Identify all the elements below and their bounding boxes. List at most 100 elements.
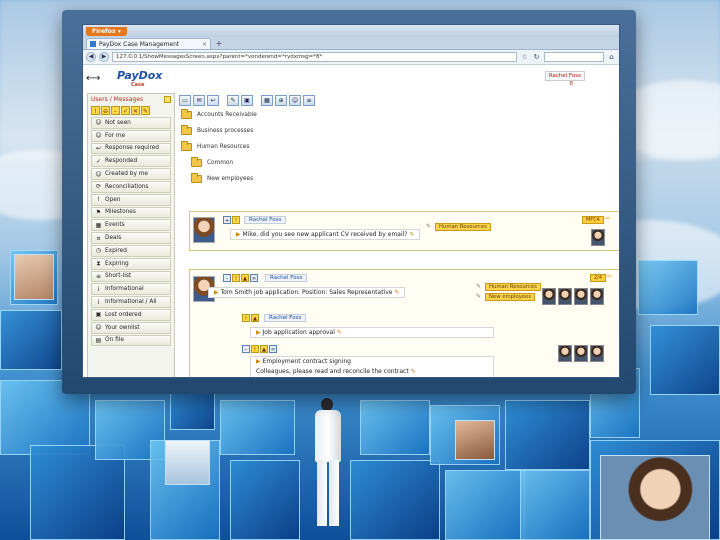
folder-tag[interactable]: Human Resources bbox=[435, 223, 491, 231]
info-icon: i bbox=[97, 285, 100, 293]
sidebar-item[interactable]: ⚑ Milestones bbox=[91, 206, 171, 219]
recipient-avatar[interactable] bbox=[591, 229, 605, 246]
expand-icon[interactable]: + bbox=[223, 216, 231, 224]
link-icon[interactable]: ∞ bbox=[250, 274, 258, 282]
alert-icon[interactable]: ! bbox=[232, 274, 240, 282]
sender-name[interactable]: Rachel Foss bbox=[264, 314, 307, 322]
collapse-icon[interactable]: – bbox=[242, 345, 250, 353]
recipient-avatar[interactable] bbox=[542, 288, 556, 305]
warning-icon[interactable]: ▲ bbox=[260, 345, 268, 353]
recipient-avatar[interactable] bbox=[590, 345, 604, 362]
warning-icon[interactable]: ▲ bbox=[251, 314, 259, 322]
sender-name[interactable]: Rachel Foss bbox=[265, 274, 308, 282]
pencil-icon[interactable]: ✎ bbox=[141, 106, 150, 115]
minus-icon[interactable]: – bbox=[111, 106, 120, 115]
message-text[interactable]: ▶ Job application approval ✎ bbox=[250, 327, 494, 338]
sidebar-item[interactable]: ⟳ Reconciliations bbox=[91, 180, 171, 193]
status-badge[interactable]: 2/4 bbox=[590, 274, 607, 282]
folder-label: Common bbox=[207, 160, 234, 166]
sidebar-item-label: Events bbox=[105, 222, 125, 229]
sidebar-item[interactable]: ✓ Responded bbox=[91, 155, 171, 168]
sidebar-item[interactable]: ☺ For me bbox=[91, 129, 171, 142]
sidebar-item[interactable]: ↩ Response required bbox=[91, 142, 171, 155]
folder-item[interactable]: Common bbox=[179, 155, 619, 171]
new-tab-button[interactable]: + bbox=[213, 39, 225, 49]
edit-icon[interactable]: ✎ bbox=[392, 289, 399, 296]
message-card[interactable]: + ! Rachel Foss ▶ Mike, did you see new … bbox=[189, 211, 619, 251]
add-icon[interactable]: ⊕ bbox=[275, 94, 287, 106]
collapse-icon[interactable]: – bbox=[223, 274, 231, 282]
edit-icon[interactable]: ✎ bbox=[227, 94, 239, 106]
briefcase-icon[interactable]: ▣ bbox=[241, 94, 253, 106]
recipient-avatar[interactable] bbox=[574, 345, 588, 362]
sidebar-item[interactable]: ◷ Expired bbox=[91, 244, 171, 257]
sidebar-item-label: Informational / All bbox=[105, 299, 157, 306]
recipient-avatar[interactable] bbox=[574, 288, 588, 305]
sidebar-item[interactable]: i Informational bbox=[91, 283, 171, 296]
address-bar[interactable]: 127.0.0.1/ShowMessagesScreen.aspx?parent… bbox=[112, 52, 517, 62]
user-icon[interactable]: ☺ bbox=[289, 94, 301, 106]
compose-icon[interactable]: ✉ bbox=[193, 94, 205, 106]
sidebar-item[interactable]: ⧗ Expiring bbox=[91, 257, 171, 270]
home-icon[interactable]: ⌂ bbox=[607, 53, 616, 62]
sidebar-list: ☺ Not seen ☺ For me ↩ Response required ✓ Respo… bbox=[88, 117, 174, 347]
sidebar-item[interactable]: ¤ Deals bbox=[91, 232, 171, 244]
status-badge[interactable]: MFC4 bbox=[582, 216, 604, 224]
sidebar-item[interactable]: ☺ Your ownlist bbox=[91, 321, 171, 334]
folder-item[interactable]: New employees bbox=[179, 171, 619, 187]
sender-name[interactable]: Rachel Foss bbox=[244, 216, 287, 224]
alert-icon[interactable]: ! bbox=[242, 314, 250, 322]
tab-close-icon[interactable]: × bbox=[202, 41, 207, 48]
warning-icon[interactable]: ▲ bbox=[241, 274, 249, 282]
recipient-avatar[interactable] bbox=[558, 345, 572, 362]
collapse-icon[interactable] bbox=[164, 96, 171, 103]
sidebar-item[interactable]: ☺ Created by me bbox=[91, 168, 171, 180]
folder-tag[interactable]: Human Resources bbox=[485, 283, 541, 291]
back-icon[interactable]: ◀ bbox=[86, 52, 96, 62]
expand-arrows-icon[interactable]: ⟷ bbox=[86, 73, 100, 84]
current-user[interactable]: Rachel Foss bbox=[544, 71, 585, 81]
edit-icon[interactable]: ✎ bbox=[409, 368, 416, 375]
alert-icon[interactable]: ! bbox=[251, 345, 259, 353]
cube bbox=[650, 325, 720, 395]
edit-icon[interactable]: ✎ bbox=[335, 329, 342, 336]
folder-item[interactable]: Accounts Receivable bbox=[179, 107, 619, 123]
reload-icon[interactable]: ↻ bbox=[532, 53, 541, 62]
recipient-avatar[interactable] bbox=[558, 288, 572, 305]
sidebar-item[interactable]: ☺ Not seen bbox=[91, 117, 171, 129]
firefox-menu-button[interactable]: Firefox ▾ bbox=[86, 26, 127, 36]
sidebar-item-label: Not seen bbox=[105, 119, 131, 126]
edit-icon[interactable]: ✎ bbox=[408, 231, 414, 238]
folder-tag[interactable]: New employees bbox=[485, 293, 536, 301]
minus-circle-icon[interactable]: ⊖ bbox=[101, 106, 110, 115]
message-text[interactable]: ▶ Employment contract signing Colleagues… bbox=[250, 356, 494, 377]
sidebar-item[interactable]: i Informational / All bbox=[91, 296, 171, 308]
check-icon[interactable]: ✓ bbox=[121, 106, 130, 115]
message-card[interactable]: – ! ▲ ∞ Rachel Foss ▶ Tom Smith job appl… bbox=[189, 269, 619, 377]
sidebar-item[interactable]: ≡ Short-list bbox=[91, 270, 171, 283]
star-icon[interactable]: ☆ bbox=[520, 53, 529, 62]
sidebar-item[interactable]: ▤ On file bbox=[91, 334, 171, 347]
grid-icon[interactable]: ▦ bbox=[261, 94, 273, 106]
sidebar-item[interactable]: ▣ Lost ordered bbox=[91, 308, 171, 321]
search-input[interactable] bbox=[544, 52, 604, 62]
list-icon[interactable]: ≡ bbox=[303, 94, 315, 106]
sidebar-item[interactable]: ▦ Events bbox=[91, 219, 171, 232]
folder-label: Human Resources bbox=[197, 144, 250, 150]
folder-item[interactable]: Human Resources bbox=[179, 139, 619, 155]
new-window-icon[interactable]: ▭ bbox=[179, 94, 191, 106]
message-text[interactable]: ▶ Mike, did you see new applicant CV rec… bbox=[230, 229, 421, 240]
check-icon: ✓ bbox=[95, 157, 102, 165]
folder-item[interactable]: Business processes bbox=[179, 123, 619, 139]
message-text[interactable]: ▶ Tom Smith job application. Position: S… bbox=[208, 287, 406, 298]
link-icon[interactable]: ∞ bbox=[269, 345, 277, 353]
forward-icon[interactable]: ▶ bbox=[99, 52, 109, 62]
cube bbox=[350, 460, 440, 540]
alert-icon[interactable]: ! bbox=[91, 106, 100, 115]
browser-tab[interactable]: PayDox Case Management × bbox=[86, 38, 211, 49]
reply-icon[interactable]: ↩ bbox=[207, 94, 219, 106]
recipient-avatar[interactable] bbox=[590, 288, 604, 305]
cross-icon[interactable]: ✕ bbox=[131, 106, 140, 115]
sidebar-item[interactable]: ! Open bbox=[91, 193, 171, 206]
alert-icon[interactable]: ! bbox=[232, 216, 240, 224]
